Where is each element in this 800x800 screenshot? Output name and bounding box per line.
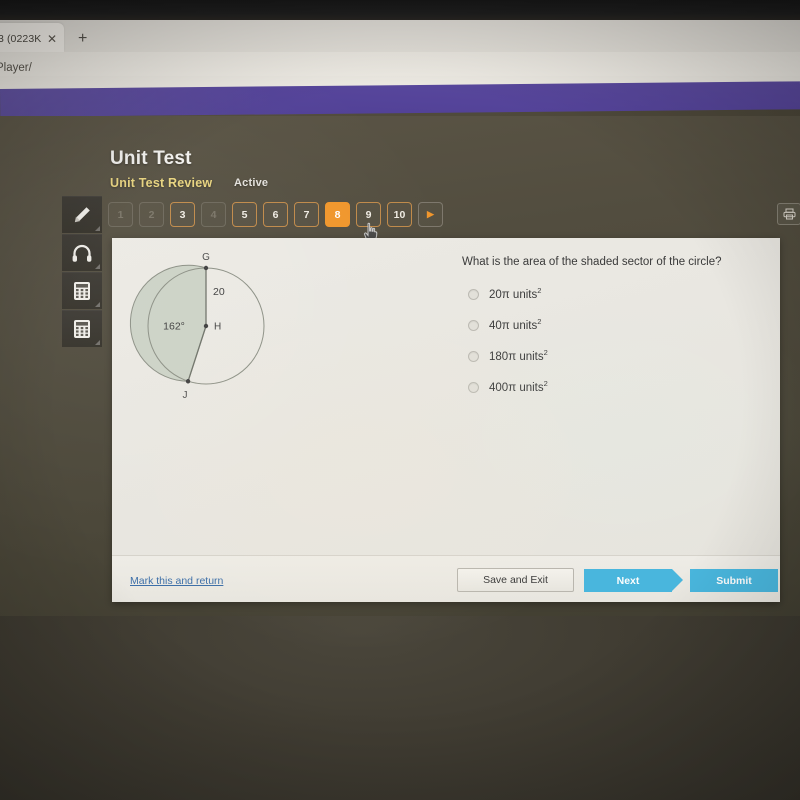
point-J [185,379,191,384]
label-angle: 162° [163,321,185,333]
question-pager[interactable]: 1 2 3 4 5 6 7 8 9 10 ▶ [108,202,443,227]
status-badge: Active [234,177,269,189]
label-radius: 20 [213,286,225,298]
save-and-exit-button[interactable]: Save and Exit [457,568,574,592]
pager-next-arrow[interactable]: ▶ [418,202,443,227]
choice-row-4[interactable]: 400π units2 [468,379,768,410]
tool-rail[interactable] [62,196,102,348]
pager-item-10[interactable]: 10 [387,202,412,227]
plus-icon[interactable]: + [78,31,87,47]
pager-item-5[interactable]: 5 [232,202,257,227]
question-prompt: What is the area of the shaded sector of… [462,256,722,268]
choice-row-3[interactable]: 180π units2 [468,348,768,379]
radio-button-1[interactable] [468,289,479,300]
mark-and-return-link[interactable]: Mark this and return [130,575,223,587]
browser-chrome [0,20,800,90]
choice-label-1: 20π units2 [489,286,542,301]
label-J: J [183,390,188,401]
monitor-bezel-top [0,0,800,22]
radio-button-4[interactable] [468,382,479,393]
desk-surface [0,612,800,800]
close-icon[interactable]: ✕ [47,33,57,45]
point-H [203,323,209,329]
point-G [203,265,209,271]
photo-of-monitor: 3 (0223K ✕ + Player/ Unit Test Unit Test… [0,0,800,800]
pager-item-8[interactable]: 8 [325,202,350,227]
question-card: G J H 20 162° What is the area of the sh… [112,238,780,602]
highlighter-tool[interactable] [62,196,102,233]
choice-row-2[interactable]: 40π units2 [468,317,768,348]
pager-item-6[interactable]: 6 [263,202,288,227]
test-subtitle: Unit Test Review [110,176,213,190]
circle-sector-figure: G J H 20 162° [128,248,318,403]
pager-item-1[interactable]: 1 [108,202,133,227]
pencil-icon [74,206,90,222]
browser-tab-title: 3 (0223K [0,33,42,45]
choice-row-1[interactable]: 20π units2 [468,286,768,317]
pager-item-4[interactable]: 4 [201,202,226,227]
choice-label-3: 180π units2 [489,348,548,363]
page-title: Unit Test [110,148,192,169]
calculator-icon [74,319,90,338]
scientific-calculator-tool[interactable] [62,310,102,347]
label-H: H [214,322,221,333]
pager-item-2[interactable]: 2 [139,202,164,227]
print-button[interactable] [777,203,800,225]
next-button[interactable]: Next [584,569,683,592]
choice-label-4: 400π units2 [489,379,548,394]
url-text: Player/ [0,62,32,74]
headphones-icon [72,244,92,262]
choice-label-2: 40π units2 [489,317,542,332]
calculator-tool[interactable] [62,272,102,309]
pager-item-9[interactable]: 9 [356,202,381,227]
radio-button-2[interactable] [468,320,479,331]
submit-button[interactable]: Submit [690,569,778,592]
answer-choices[interactable]: 20π units2 40π units2 180π units2 400π u… [468,286,768,410]
browser-tabstrip [0,20,800,52]
pager-item-7[interactable]: 7 [294,202,319,227]
label-G: G [202,252,210,263]
pager-item-3[interactable]: 3 [170,202,195,227]
printer-icon [783,208,795,220]
calculator-icon [74,281,90,300]
audio-tool[interactable] [62,234,102,271]
radio-button-3[interactable] [468,351,479,362]
